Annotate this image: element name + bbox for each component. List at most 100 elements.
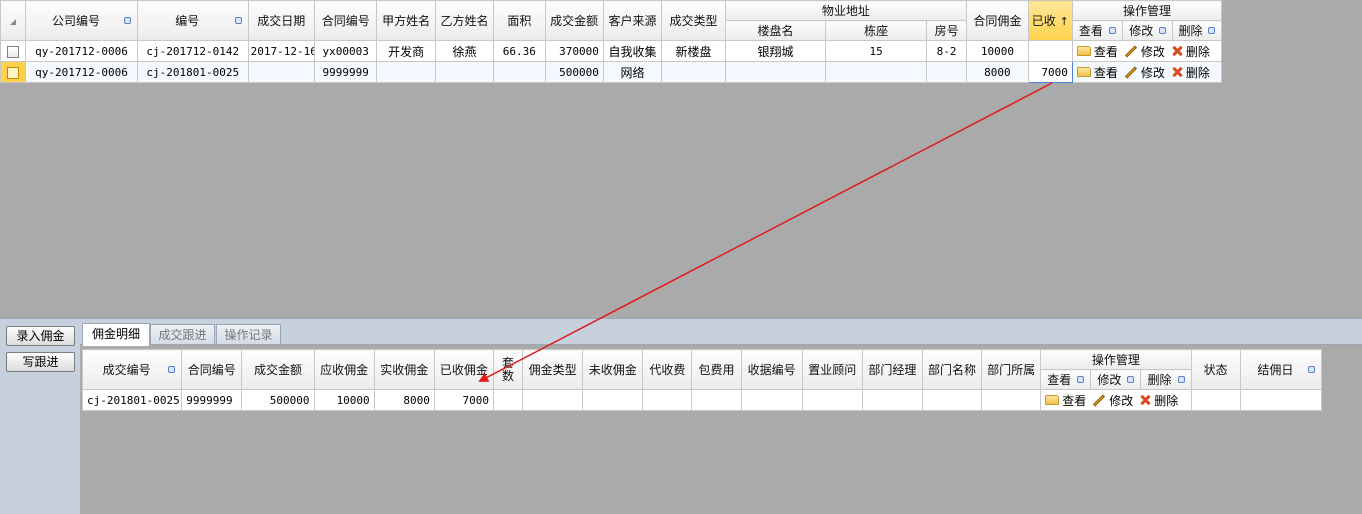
col-area[interactable]: 面积 — [493, 0, 546, 41]
cell-dept-name — [921, 389, 983, 411]
cell-contract-commission: 8000 — [966, 61, 1029, 83]
delete-link[interactable]: 删除 — [1171, 64, 1210, 81]
cell-contract-commission: 10000 — [966, 40, 1029, 62]
col-uncollected[interactable]: 未收佣金 — [582, 349, 644, 390]
col-deal-date[interactable]: 成交日期 — [247, 0, 316, 41]
cell-operations: 查看 修改 删除 — [1040, 389, 1192, 411]
cell-company-no: qy-201712-0006 — [25, 40, 138, 62]
cell-room-no — [925, 61, 968, 83]
col-deal-amount[interactable]: 成交金额 — [241, 349, 315, 390]
lock-icon — [234, 17, 242, 24]
cell-operations: 查看 修改 删除 — [1071, 61, 1223, 83]
col-settle-date[interactable]: 结佣日 — [1239, 349, 1323, 390]
col-received[interactable]: 已收佣金 — [433, 349, 494, 390]
col-edit[interactable]: 修改 — [1090, 369, 1142, 390]
cell-inclusive-fee — [691, 389, 742, 411]
cell-party-a: 开发商 — [376, 40, 436, 62]
col-group-operations: 操作管理 — [1071, 0, 1223, 21]
lock-icon — [1177, 376, 1185, 383]
table-row[interactable]: qy-201712-0006 cj-201712-0142 2017-12-16… — [0, 40, 1223, 62]
lock-icon — [1158, 27, 1166, 34]
col-contract-no[interactable]: 合同编号 — [181, 349, 243, 390]
cell-no: cj-201712-0142 — [136, 40, 249, 62]
row-checkbox[interactable] — [7, 66, 20, 79]
col-delete[interactable]: 删除 — [1171, 20, 1223, 41]
col-delete[interactable]: 删除 — [1140, 369, 1192, 390]
col-receipt-no[interactable]: 收据编号 — [740, 349, 803, 390]
view-link[interactable]: 查看 — [1045, 392, 1086, 409]
edit-link[interactable]: 修改 — [1124, 43, 1165, 60]
col-collection[interactable]: 代收费 — [642, 349, 693, 390]
cell-room-no: 8-2 — [925, 40, 968, 62]
tab-commission-detail[interactable]: 佣金明细 — [82, 323, 150, 346]
cell-collection — [642, 389, 693, 411]
table-row[interactable]: cj-201801-0025 9999999 500000 10000 8000… — [81, 389, 1323, 411]
tab-deal-followup[interactable]: 成交跟进 — [150, 324, 215, 345]
col-receivable[interactable]: 应收佣金 — [313, 349, 375, 390]
enter-commission-button[interactable]: 录入佣金 — [6, 326, 75, 346]
detail-tabs: 佣金明细 成交跟进 操作记录 — [80, 318, 1362, 346]
cell-dept-manager — [861, 389, 923, 411]
col-dept-name[interactable]: 部门名称 — [921, 349, 983, 390]
col-building-name[interactable]: 楼盘名 — [724, 20, 827, 41]
row-checkbox-cell[interactable] — [0, 61, 27, 83]
view-link[interactable]: 查看 — [1076, 64, 1118, 81]
col-deal-type[interactable]: 成交类型 — [661, 0, 726, 41]
delete-link[interactable]: 删除 — [1139, 392, 1178, 409]
cell-party-a — [376, 61, 436, 83]
col-actual[interactable]: 实收佣金 — [373, 349, 435, 390]
col-contract-no[interactable]: 合同编号 — [314, 0, 378, 41]
col-commission-type[interactable]: 佣金类型 — [522, 349, 584, 390]
col-contract-commission[interactable]: 合同佣金 — [966, 0, 1029, 41]
cell-receivable: 10000 — [313, 389, 375, 411]
view-link[interactable]: 查看 — [1076, 43, 1118, 60]
cell-party-b — [434, 61, 495, 83]
cell-contract-no: yx00003 — [314, 40, 378, 62]
cell-deal-amount: 500000 — [241, 389, 315, 411]
col-group-operations: 操作管理 — [1040, 349, 1192, 370]
write-followup-button[interactable]: 写跟进 — [6, 352, 75, 372]
delete-link[interactable]: 删除 — [1171, 43, 1210, 60]
col-status[interactable]: 状态 — [1190, 349, 1241, 390]
lock-icon — [1208, 27, 1215, 34]
tab-operation-log[interactable]: 操作记录 — [216, 324, 281, 345]
col-party-a[interactable]: 甲方姓名 — [376, 0, 436, 41]
cell-deal-no: cj-201801-0025 — [81, 389, 183, 411]
delete-icon — [1171, 66, 1183, 78]
folder-icon — [1045, 395, 1060, 405]
edit-link[interactable]: 修改 — [1124, 64, 1165, 81]
cell-uncollected — [582, 389, 644, 411]
cell-received-editing[interactable]: 7000 — [1027, 61, 1073, 83]
col-edit[interactable]: 修改 — [1122, 20, 1173, 41]
cell-dept-belong — [981, 389, 1042, 411]
pencil-icon — [1093, 393, 1106, 407]
col-dept-belong[interactable]: 部门所属 — [981, 349, 1042, 390]
cell-party-b: 徐燕 — [434, 40, 495, 62]
cell-building-name — [724, 61, 827, 83]
col-sets[interactable]: 套数 — [492, 349, 524, 390]
col-view[interactable]: 查看 — [1071, 20, 1124, 41]
row-checkbox-cell[interactable] — [0, 40, 27, 62]
col-building-block[interactable]: 栋座 — [825, 20, 927, 41]
cell-deal-type: 新楼盘 — [661, 40, 726, 62]
select-all-header[interactable] — [0, 0, 27, 41]
col-inclusive-fee[interactable]: 包费用 — [691, 349, 742, 390]
col-room-no[interactable]: 房号 — [925, 20, 968, 41]
col-no[interactable]: 编号 — [136, 0, 249, 41]
col-consultant[interactable]: 置业顾问 — [801, 349, 863, 390]
col-party-b[interactable]: 乙方姓名 — [434, 0, 495, 41]
cell-area: 66.36 — [493, 40, 546, 62]
col-deal-no[interactable]: 成交编号 — [81, 349, 183, 390]
col-customer-source[interactable]: 客户来源 — [602, 0, 663, 41]
cell-deal-date: 2017-12-16 — [247, 40, 316, 62]
col-received[interactable]: 已收 ↑ — [1027, 0, 1073, 41]
edit-link[interactable]: 修改 — [1092, 392, 1133, 409]
col-company-no[interactable]: 公司编号 — [25, 0, 138, 41]
table-row[interactable]: qy-201712-0006 cj-201801-0025 9999999 50… — [0, 61, 1223, 83]
col-view[interactable]: 查看 — [1040, 369, 1092, 390]
cell-customer-source: 网络 — [602, 61, 663, 83]
col-dept-manager[interactable]: 部门经理 — [861, 349, 923, 390]
cell-no: cj-201801-0025 — [136, 61, 249, 83]
row-checkbox[interactable] — [7, 45, 20, 58]
col-deal-amount[interactable]: 成交金额 — [544, 0, 604, 41]
